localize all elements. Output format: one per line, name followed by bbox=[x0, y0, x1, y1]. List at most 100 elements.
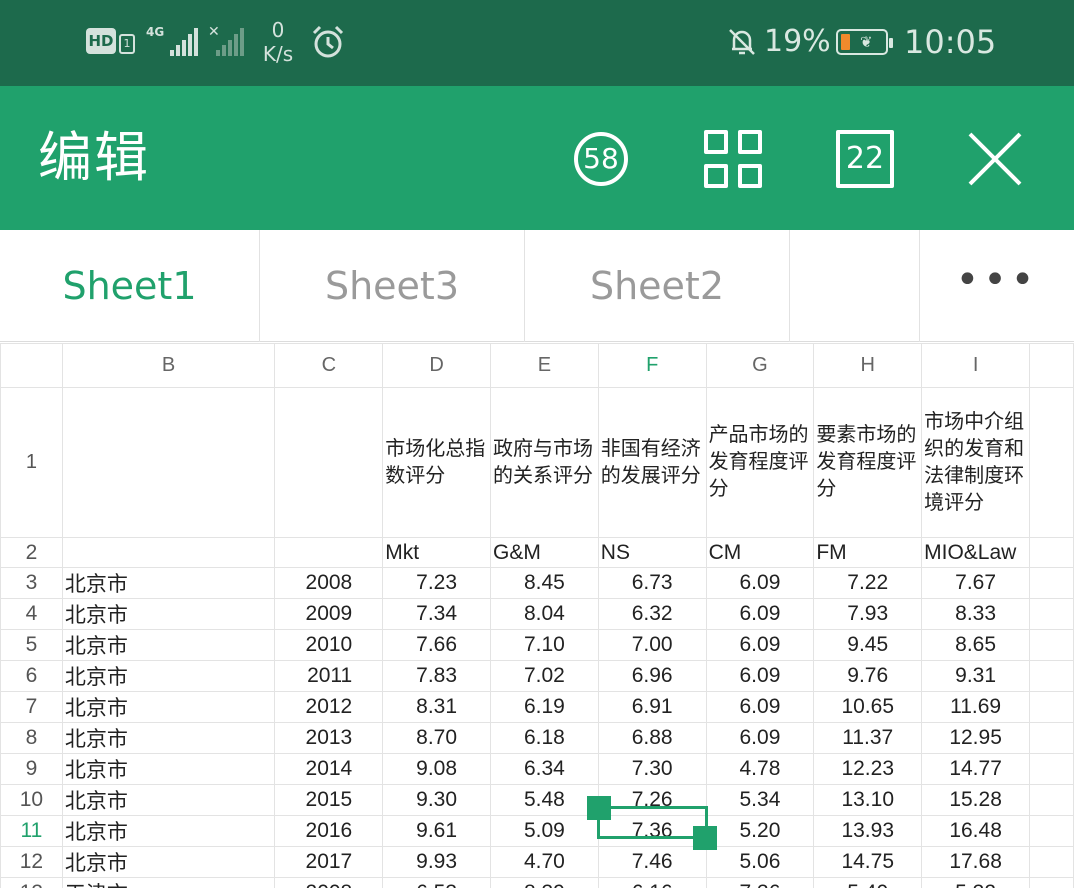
city-cell[interactable]: 北京市 bbox=[61, 691, 276, 723]
year-cell[interactable]: 2009 bbox=[274, 598, 384, 630]
value-cell[interactable]: 12.95 bbox=[921, 722, 1031, 754]
value-cell[interactable]: 13.10 bbox=[813, 784, 923, 816]
value-cell[interactable]: 6.32 bbox=[597, 598, 707, 630]
column-header-b[interactable]: B bbox=[61, 343, 276, 388]
year-cell[interactable]: 2017 bbox=[274, 846, 384, 878]
value-cell[interactable]: 9.08 bbox=[382, 753, 491, 785]
value-cell[interactable]: 14.75 bbox=[813, 846, 923, 878]
value-cell[interactable]: 6.18 bbox=[490, 722, 599, 754]
value-cell[interactable]: 5.32 bbox=[921, 877, 1031, 888]
row-header[interactable]: 2 bbox=[0, 537, 63, 568]
value-cell[interactable]: 5.48 bbox=[490, 784, 599, 816]
code-cell[interactable]: FM bbox=[813, 537, 923, 568]
value-cell[interactable]: 11.69 bbox=[921, 691, 1031, 723]
column-header-j[interactable] bbox=[1029, 343, 1074, 388]
column-header-i[interactable]: I bbox=[921, 343, 1031, 388]
value-cell[interactable]: 5.20 bbox=[705, 815, 815, 847]
empty-cell[interactable] bbox=[1029, 387, 1074, 538]
tab-sheet2[interactable]: Sheet2 bbox=[525, 230, 790, 342]
selection-handle-end[interactable] bbox=[693, 826, 717, 850]
value-cell[interactable]: 7.02 bbox=[490, 660, 599, 692]
value-cell[interactable]: 6.09 bbox=[705, 660, 815, 692]
value-cell[interactable]: 6.16 bbox=[597, 877, 707, 888]
spreadsheet-grid[interactable]: BCDEFGHI 1 市场化总指数评分 政府与市场的关系评分 非国有经济的发展评分 产品… bbox=[0, 343, 1074, 888]
value-cell[interactable]: 11.37 bbox=[813, 722, 923, 754]
value-cell[interactable]: 5.34 bbox=[705, 784, 815, 816]
row-header[interactable]: 4 bbox=[0, 598, 63, 630]
value-cell[interactable]: 7.22 bbox=[813, 567, 923, 599]
column-header-h[interactable]: H bbox=[813, 343, 923, 388]
value-cell[interactable]: 7.36 bbox=[597, 815, 707, 847]
code-cell[interactable]: Mkt bbox=[382, 537, 491, 568]
value-cell[interactable]: 8.39 bbox=[490, 877, 599, 888]
value-cell[interactable]: 15.28 bbox=[921, 784, 1031, 816]
empty-cell[interactable] bbox=[1029, 537, 1074, 568]
empty-cell[interactable] bbox=[1029, 598, 1074, 630]
city-cell[interactable]: 北京市 bbox=[61, 722, 276, 754]
value-cell[interactable]: 9.93 bbox=[382, 846, 491, 878]
value-cell[interactable]: 7.93 bbox=[813, 598, 923, 630]
empty-cell[interactable] bbox=[1029, 784, 1074, 816]
value-cell[interactable]: 5.06 bbox=[705, 846, 815, 878]
value-cell[interactable]: 9.76 bbox=[813, 660, 923, 692]
year-cell[interactable]: 2013 bbox=[274, 722, 384, 754]
city-cell[interactable]: 北京市 bbox=[61, 567, 276, 599]
value-cell[interactable]: 8.33 bbox=[921, 598, 1031, 630]
row-header[interactable]: 6 bbox=[0, 660, 63, 692]
value-cell[interactable]: 8.45 bbox=[490, 567, 599, 599]
value-cell[interactable]: 7.66 bbox=[382, 629, 491, 661]
code-cell[interactable] bbox=[61, 537, 276, 568]
header-cell[interactable]: 市场化总指数评分 bbox=[382, 387, 491, 538]
year-cell[interactable]: 2010 bbox=[274, 629, 384, 661]
empty-cell[interactable] bbox=[1029, 877, 1074, 888]
city-cell[interactable]: 北京市 bbox=[61, 753, 276, 785]
value-cell[interactable]: 6.09 bbox=[705, 598, 815, 630]
header-cell[interactable] bbox=[61, 387, 276, 538]
code-cell[interactable]: MIO&Law bbox=[921, 537, 1031, 568]
column-header-f[interactable]: F bbox=[597, 343, 707, 388]
header-cell[interactable]: 市场中介组织的发育和法律制度环境评分 bbox=[921, 387, 1031, 538]
row-header[interactable]: 13 bbox=[0, 877, 63, 888]
year-cell[interactable]: 2014 bbox=[274, 753, 384, 785]
city-cell[interactable]: 北京市 bbox=[61, 660, 276, 692]
value-cell[interactable]: 8.65 bbox=[921, 629, 1031, 661]
empty-cell[interactable] bbox=[1029, 567, 1074, 599]
value-cell[interactable]: 6.09 bbox=[705, 567, 815, 599]
header-cell[interactable]: 产品市场的发育程度评分 bbox=[705, 387, 815, 538]
empty-cell[interactable] bbox=[1029, 753, 1074, 785]
value-cell[interactable]: 7.30 bbox=[597, 753, 707, 785]
value-cell[interactable]: 8.70 bbox=[382, 722, 491, 754]
page-count-button[interactable]: 22 bbox=[836, 130, 894, 188]
selection-handle-start[interactable] bbox=[587, 796, 611, 820]
value-cell[interactable]: 4.78 bbox=[705, 753, 815, 785]
value-cell[interactable]: 8.31 bbox=[382, 691, 491, 723]
value-cell[interactable]: 7.23 bbox=[382, 567, 491, 599]
code-cell[interactable]: NS bbox=[597, 537, 707, 568]
header-cell[interactable]: 政府与市场的关系评分 bbox=[490, 387, 599, 538]
value-cell[interactable]: 13.93 bbox=[813, 815, 923, 847]
more-icon[interactable]: ••• bbox=[920, 230, 1074, 342]
value-cell[interactable]: 6.09 bbox=[705, 722, 815, 754]
column-header-d[interactable]: D bbox=[382, 343, 491, 388]
row-header[interactable]: 3 bbox=[0, 567, 63, 599]
value-cell[interactable]: 4.70 bbox=[490, 846, 599, 878]
empty-cell[interactable] bbox=[1029, 691, 1074, 723]
count-badge-button[interactable]: 58 bbox=[574, 132, 628, 186]
value-cell[interactable]: 7.26 bbox=[597, 784, 707, 816]
value-cell[interactable]: 6.88 bbox=[597, 722, 707, 754]
close-icon[interactable] bbox=[966, 130, 1024, 188]
year-cell[interactable]: 2012 bbox=[274, 691, 384, 723]
code-cell[interactable]: G&M bbox=[490, 537, 599, 568]
value-cell[interactable]: 6.09 bbox=[705, 629, 815, 661]
city-cell[interactable]: 北京市 bbox=[61, 846, 276, 878]
city-cell[interactable]: 北京市 bbox=[61, 815, 276, 847]
value-cell[interactable]: 9.45 bbox=[813, 629, 923, 661]
value-cell[interactable]: 12.23 bbox=[813, 753, 923, 785]
value-cell[interactable]: 7.67 bbox=[921, 567, 1031, 599]
value-cell[interactable]: 5.09 bbox=[490, 815, 599, 847]
empty-cell[interactable] bbox=[1029, 815, 1074, 847]
row-header[interactable]: 9 bbox=[0, 753, 63, 785]
value-cell[interactable]: 6.19 bbox=[490, 691, 599, 723]
header-cell[interactable]: 要素市场的发育程度评分 bbox=[813, 387, 923, 538]
column-header-c[interactable]: C bbox=[274, 343, 384, 388]
